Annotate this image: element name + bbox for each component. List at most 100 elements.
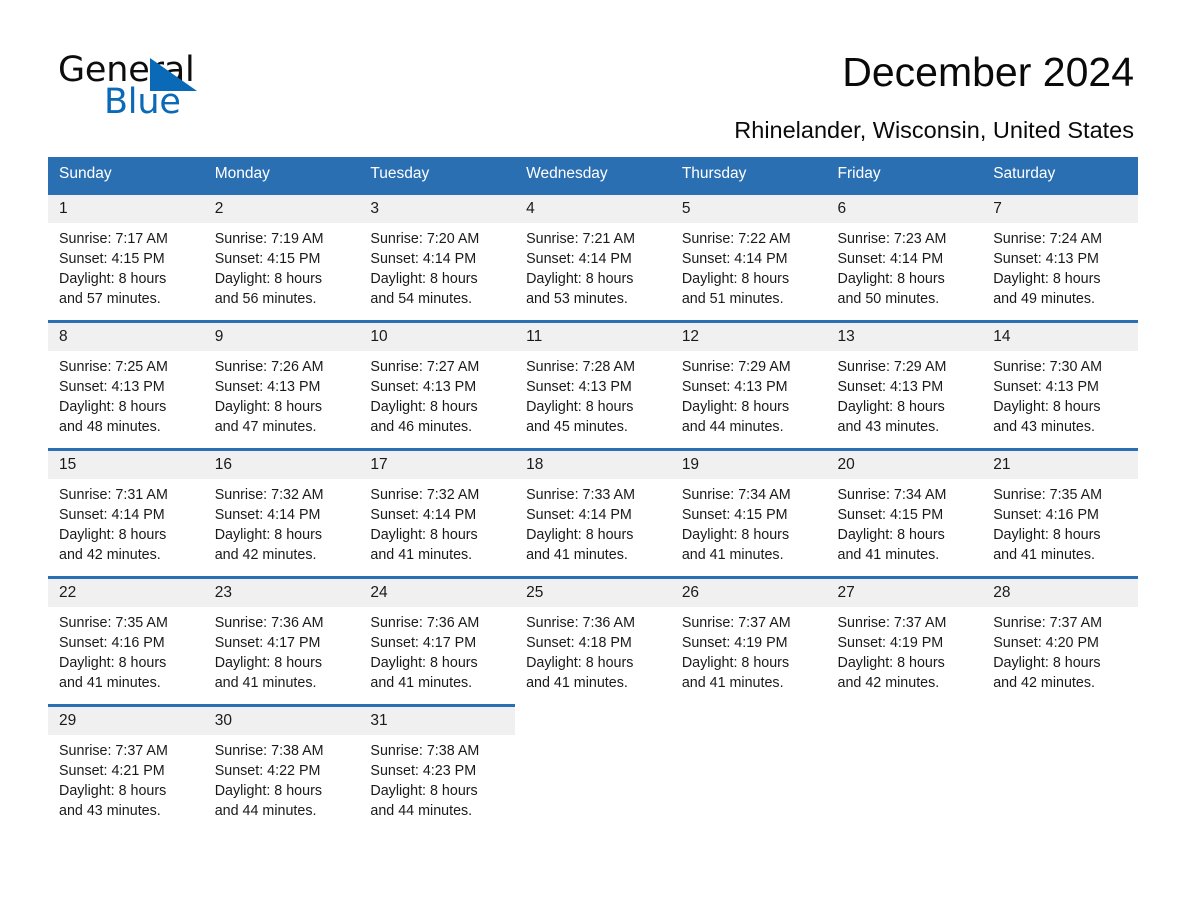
- day-number: 20: [826, 448, 983, 479]
- day-number: [826, 704, 983, 735]
- daylight-duration-line1: Daylight: 8 hours: [370, 783, 478, 799]
- daylight-duration-line1: Daylight: 8 hours: [370, 655, 478, 671]
- daylight-duration-line1: Daylight: 8 hours: [59, 783, 167, 799]
- sunset-time: Sunset: 4:13 PM: [993, 379, 1099, 395]
- daylight-duration-line2: and 49 minutes.: [993, 291, 1095, 307]
- calendar-day-cell[interactable]: 11 Sunrise: 7:28 AM Sunset: 4:13 PM Dayligh…: [515, 320, 671, 448]
- sunrise-time: Sunrise: 7:34 AM: [681, 487, 791, 503]
- calendar-day-cell[interactable]: 9 Sunrise: 7:26 AM Sunset: 4:13 PM Daylight…: [203, 320, 360, 448]
- day-number: 4: [515, 192, 671, 223]
- daylight-duration-line2: and 46 minutes.: [370, 419, 473, 435]
- day-details: Sunrise: 7:28 AM Sunset: 4:13 PM Daylight:…: [515, 351, 671, 437]
- calendar-day-cell[interactable]: 26 Sunrise: 7:37 AM Sunset: 4:19 PM Dayligh…: [670, 576, 827, 704]
- sunrise-time: Sunrise: 7:35 AM: [59, 615, 168, 631]
- calendar-day-cell[interactable]: 25 Sunrise: 7:36 AM Sunset: 4:18 PM Dayligh…: [515, 576, 671, 704]
- sunset-time: Sunset: 4:14 PM: [526, 507, 632, 523]
- day-details: Sunrise: 7:37 AM Sunset: 4:20 PM Daylight:…: [982, 607, 1138, 693]
- calendar-day-cell[interactable]: 8 Sunrise: 7:25 AM Sunset: 4:13 PM Daylight…: [48, 320, 204, 448]
- day-number: 1: [48, 192, 204, 223]
- calendar-day-cell[interactable]: 1 Sunrise: 7:17 AM Sunset: 4:15 PM Daylight…: [48, 192, 204, 320]
- sunset-time: Sunset: 4:14 PM: [370, 507, 477, 523]
- sunrise-time: Sunrise: 7:34 AM: [837, 487, 947, 503]
- sunrise-time: Sunrise: 7:37 AM: [681, 615, 791, 631]
- calendar-day-cell[interactable]: 7 Sunrise: 7:24 AM Sunset: 4:13 PM Daylight…: [982, 192, 1138, 320]
- daylight-duration-line2: and 47 minutes.: [214, 419, 317, 435]
- weekday-header-sunday: Sunday: [48, 157, 204, 192]
- calendar-day-cell[interactable]: 15 Sunrise: 7:31 AM Sunset: 4:14 PM Dayligh…: [48, 448, 204, 576]
- sunset-time: Sunset: 4:14 PM: [214, 507, 321, 523]
- day-number: 25: [515, 576, 671, 607]
- calendar-day-cell[interactable]: 3 Sunrise: 7:20 AM Sunset: 4:14 PM Daylight…: [359, 192, 516, 320]
- day-details: Sunrise: 7:29 AM Sunset: 4:13 PM Daylight:…: [827, 351, 983, 437]
- calendar-day-cell[interactable]: 12 Sunrise: 7:29 AM Sunset: 4:13 PM Dayligh…: [670, 320, 827, 448]
- day-details: Sunrise: 7:32 AM Sunset: 4:14 PM Daylight:…: [204, 479, 360, 565]
- calendar-day-cell[interactable]: 29 Sunrise: 7:37 AM Sunset: 4:21 PM Dayligh…: [48, 704, 204, 832]
- calendar-day-cell[interactable]: 13 Sunrise: 7:29 AM Sunset: 4:13 PM Dayligh…: [826, 320, 983, 448]
- calendar-day-cell[interactable]: 17 Sunrise: 7:32 AM Sunset: 4:14 PM Dayligh…: [359, 448, 516, 576]
- calendar-day-cell[interactable]: 4 Sunrise: 7:21 AM Sunset: 4:14 PM Daylight…: [515, 192, 671, 320]
- weekday-header-saturday: Saturday: [982, 157, 1138, 192]
- day-details: Sunrise: 7:37 AM Sunset: 4:19 PM Daylight:…: [827, 607, 983, 693]
- calendar-day-cell-empty: [515, 704, 671, 832]
- calendar-day-cell[interactable]: 28 Sunrise: 7:37 AM Sunset: 4:20 PM Dayligh…: [982, 576, 1138, 704]
- calendar-day-cell[interactable]: 30 Sunrise: 7:38 AM Sunset: 4:22 PM Dayligh…: [203, 704, 360, 832]
- daylight-duration-line1: Daylight: 8 hours: [59, 399, 167, 415]
- sunset-time: Sunset: 4:14 PM: [681, 251, 788, 267]
- day-details: Sunrise: 7:36 AM Sunset: 4:18 PM Daylight:…: [515, 607, 671, 693]
- calendar-day-cell[interactable]: 16 Sunrise: 7:32 AM Sunset: 4:14 PM Dayligh…: [203, 448, 360, 576]
- day-details: Sunrise: 7:35 AM Sunset: 4:16 PM Daylight:…: [48, 607, 204, 693]
- day-details: Sunrise: 7:32 AM Sunset: 4:14 PM Daylight:…: [359, 479, 515, 565]
- sunset-time: Sunset: 4:16 PM: [59, 635, 165, 651]
- day-number: 24: [359, 576, 516, 607]
- calendar-day-cell[interactable]: 24 Sunrise: 7:36 AM Sunset: 4:17 PM Dayligh…: [359, 576, 516, 704]
- calendar-day-cell[interactable]: 10 Sunrise: 7:27 AM Sunset: 4:13 PM Dayligh…: [359, 320, 516, 448]
- day-number: 28: [982, 576, 1138, 607]
- calendar-day-cell[interactable]: 20 Sunrise: 7:34 AM Sunset: 4:15 PM Dayligh…: [826, 448, 983, 576]
- calendar-day-cell[interactable]: 6 Sunrise: 7:23 AM Sunset: 4:14 PM Daylight…: [826, 192, 983, 320]
- day-details: Sunrise: 7:17 AM Sunset: 4:15 PM Daylight:…: [48, 223, 204, 309]
- calendar-day-cell[interactable]: 27 Sunrise: 7:37 AM Sunset: 4:19 PM Dayligh…: [826, 576, 983, 704]
- day-number: 16: [203, 448, 360, 479]
- day-details: Sunrise: 7:24 AM Sunset: 4:13 PM Daylight:…: [982, 223, 1138, 309]
- day-details: Sunrise: 7:23 AM Sunset: 4:14 PM Daylight:…: [827, 223, 983, 309]
- calendar-day-cell[interactable]: 22 Sunrise: 7:35 AM Sunset: 4:16 PM Dayligh…: [48, 576, 204, 704]
- calendar-day-cell[interactable]: 21 Sunrise: 7:35 AM Sunset: 4:16 PM Dayligh…: [982, 448, 1138, 576]
- sunset-time: Sunset: 4:18 PM: [526, 635, 632, 651]
- daylight-duration-line1: Daylight: 8 hours: [993, 655, 1101, 671]
- calendar-day-cell[interactable]: 2 Sunrise: 7:19 AM Sunset: 4:15 PM Daylight…: [203, 192, 360, 320]
- sunrise-time: Sunrise: 7:25 AM: [59, 359, 168, 375]
- sunrise-time: Sunrise: 7:32 AM: [214, 487, 324, 503]
- daylight-duration-line1: Daylight: 8 hours: [681, 527, 790, 543]
- calendar-day-cell[interactable]: 18 Sunrise: 7:33 AM Sunset: 4:14 PM Dayligh…: [515, 448, 671, 576]
- day-number: 18: [515, 448, 671, 479]
- daylight-duration-line1: Daylight: 8 hours: [837, 399, 945, 415]
- calendar-day-cell[interactable]: 19 Sunrise: 7:34 AM Sunset: 4:15 PM Dayligh…: [670, 448, 827, 576]
- daylight-duration-line2: and 44 minutes.: [214, 803, 317, 819]
- daylight-duration-line2: and 41 minutes.: [370, 547, 473, 563]
- sunrise-time: Sunrise: 7:17 AM: [59, 231, 168, 247]
- day-details: Sunrise: 7:37 AM Sunset: 4:19 PM Daylight:…: [671, 607, 827, 693]
- daylight-duration-line2: and 44 minutes.: [681, 419, 784, 435]
- sunset-time: Sunset: 4:14 PM: [526, 251, 632, 267]
- sunrise-time: Sunrise: 7:28 AM: [526, 359, 635, 375]
- sunrise-time: Sunrise: 7:29 AM: [681, 359, 791, 375]
- daylight-duration-line2: and 41 minutes.: [681, 675, 784, 691]
- daylight-duration-line2: and 44 minutes.: [370, 803, 473, 819]
- calendar-week-row: 22 Sunrise: 7:35 AM Sunset: 4:16 PM Dayligh…: [48, 576, 1138, 704]
- sunset-time: Sunset: 4:13 PM: [59, 379, 165, 395]
- day-details: Sunrise: 7:31 AM Sunset: 4:14 PM Daylight:…: [48, 479, 204, 565]
- page-header: General Blue December 2024 Rhinelander, …: [0, 0, 1188, 150]
- sunrise-time: Sunrise: 7:38 AM: [370, 743, 480, 759]
- daylight-duration-line1: Daylight: 8 hours: [59, 655, 167, 671]
- calendar-day-cell[interactable]: 14 Sunrise: 7:30 AM Sunset: 4:13 PM Dayligh…: [982, 320, 1138, 448]
- sunrise-time: Sunrise: 7:26 AM: [214, 359, 324, 375]
- calendar-day-cell[interactable]: 23 Sunrise: 7:36 AM Sunset: 4:17 PM Dayligh…: [203, 576, 360, 704]
- day-number: 8: [48, 320, 204, 351]
- daylight-duration-line2: and 41 minutes.: [681, 547, 784, 563]
- calendar-day-cell[interactable]: 31 Sunrise: 7:38 AM Sunset: 4:23 PM Dayligh…: [359, 704, 516, 832]
- sunrise-time: Sunrise: 7:22 AM: [681, 231, 791, 247]
- sunset-time: Sunset: 4:23 PM: [370, 763, 477, 779]
- sunset-time: Sunset: 4:21 PM: [59, 763, 165, 779]
- calendar-day-cell[interactable]: 5 Sunrise: 7:22 AM Sunset: 4:14 PM Daylight…: [670, 192, 827, 320]
- weekday-header-wednesday: Wednesday: [515, 157, 671, 192]
